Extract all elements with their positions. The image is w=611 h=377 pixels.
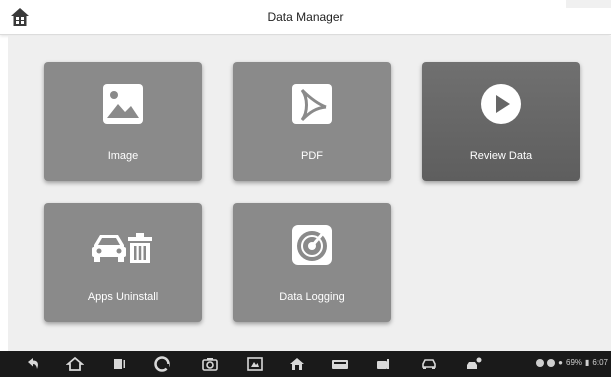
status-area: ● 69% ▮ 6:07 [536,358,608,367]
page-title: Data Manager [267,10,344,24]
home-icon[interactable] [65,355,85,373]
screenshot-icon[interactable] [246,355,264,373]
browser-icon[interactable] [153,355,171,373]
main-area: Image PDF Review Data Apps Uninstall Dat… [8,36,611,351]
battery-percent: 69% [566,358,583,367]
recent-apps-icon[interactable] [111,355,129,373]
back-icon[interactable] [24,355,42,373]
vci-icon[interactable] [331,355,349,373]
image-icon [103,84,143,124]
data-logging-tile[interactable]: Data Logging [233,203,391,322]
notification-icon [536,358,545,367]
camera-icon[interactable] [193,351,227,377]
apps-uninstall-tile-label: Apps Uninstall [87,291,159,303]
remote-icon[interactable] [465,355,483,373]
header-bar: Data Manager [0,0,611,35]
car-icon[interactable] [420,355,438,373]
apps-uninstall-tile[interactable]: Apps Uninstall [44,203,202,322]
play-icon [481,84,521,124]
pdf-icon [292,84,332,124]
car-trash-icon [92,233,152,263]
image-tile[interactable]: Image [44,62,202,181]
image-tile-label: Image [107,150,139,162]
diagnostic-icon[interactable] [374,355,392,373]
vehicle-home-icon[interactable] [288,355,306,373]
datalog-disc-icon [292,225,332,265]
data-logging-tile-label: Data Logging [279,291,345,303]
corner-tab [566,0,611,8]
pdf-tile[interactable]: PDF [233,62,391,181]
review-data-tile[interactable]: Review Data [422,62,580,181]
pdf-tile-label: PDF [301,150,323,162]
review-data-tile-label: Review Data [469,150,533,162]
wifi-icon: ● [558,358,563,367]
system-navbar: ● 69% ▮ 6:07 [0,351,611,377]
vpn-icon [547,358,556,367]
clock: 6:07 [592,358,608,367]
battery-icon: ▮ [585,358,590,367]
